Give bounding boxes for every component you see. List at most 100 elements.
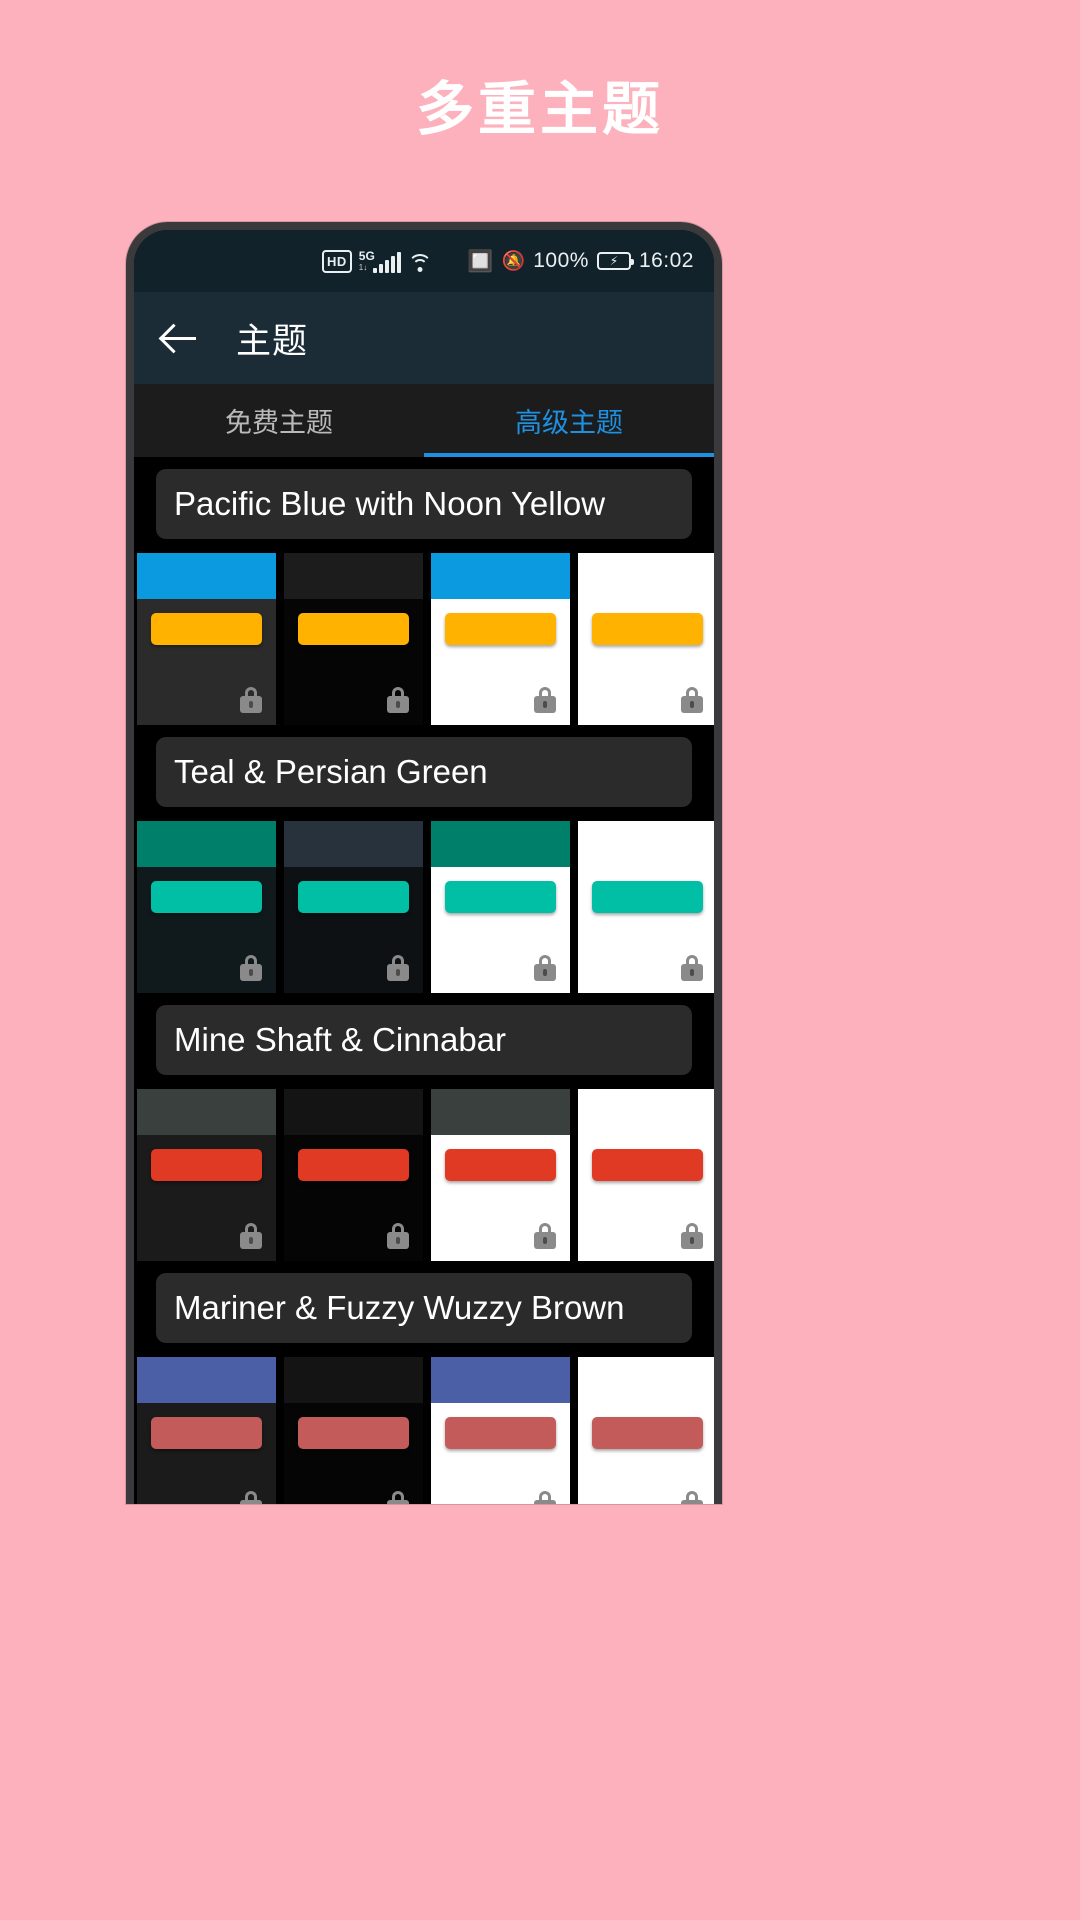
- lock-icon: [240, 955, 262, 981]
- theme-name-label: Mine Shaft & Cinnabar: [174, 1021, 507, 1058]
- variant-accent-button: [151, 1417, 262, 1449]
- theme-variant-preview[interactable]: [284, 1357, 423, 1504]
- variant-header: [578, 821, 714, 867]
- variant-accent-button: [592, 1149, 703, 1181]
- theme-variant-preview[interactable]: [137, 1089, 276, 1261]
- signal-bars-icon: [372, 251, 401, 273]
- tab-free-themes[interactable]: 免费主题: [134, 384, 424, 457]
- theme-variant-preview[interactable]: [137, 1357, 276, 1504]
- network-activity-label: 1↓: [358, 262, 368, 272]
- lock-icon: [534, 955, 556, 981]
- status-bar: HD 5G 1↓ 🔲 🔕 100% ⚡ 16:02: [134, 230, 714, 292]
- variant-accent-button: [445, 1149, 556, 1181]
- variant-header: [284, 1357, 423, 1403]
- theme-variant-preview[interactable]: [578, 821, 714, 993]
- theme-name-label: Mariner & Fuzzy Wuzzy Brown: [174, 1289, 625, 1326]
- theme-name-label: Teal & Persian Green: [174, 753, 488, 790]
- theme-variant-row: [134, 553, 714, 725]
- app-bar: 主题: [134, 292, 714, 384]
- page-title: 多重主题: [415, 75, 664, 143]
- variant-accent-button: [445, 1417, 556, 1449]
- lock-icon: [681, 687, 703, 713]
- theme-name-bar[interactable]: Teal & Persian Green: [156, 737, 692, 807]
- cellular-signal-icon: 5G 1↓: [358, 248, 401, 273]
- variant-accent-button: [298, 1417, 409, 1449]
- theme-variant-preview[interactable]: [284, 1089, 423, 1261]
- variant-accent-button: [445, 881, 556, 913]
- variant-accent-button: [151, 1149, 262, 1181]
- arrow-left-icon[interactable]: [160, 318, 200, 358]
- hd-icon: HD: [322, 249, 352, 273]
- wifi-icon: [407, 253, 432, 273]
- variant-header: [284, 553, 423, 599]
- theme-variant-preview[interactable]: [431, 553, 570, 725]
- variant-accent-button: [592, 1417, 703, 1449]
- lock-icon: [681, 1223, 703, 1249]
- theme-group: Mine Shaft & Cinnabar: [134, 1005, 714, 1261]
- lock-icon: [387, 955, 409, 981]
- theme-group: Mariner & Fuzzy Wuzzy Brown: [134, 1273, 714, 1504]
- variant-header: [431, 553, 570, 599]
- variant-accent-button: [445, 613, 556, 645]
- theme-variant-preview[interactable]: [578, 1089, 714, 1261]
- variant-header: [137, 1089, 276, 1135]
- variant-accent-button: [151, 613, 262, 645]
- variant-accent-button: [592, 881, 703, 913]
- lock-icon: [387, 1223, 409, 1249]
- tab-free-themes-label: 免费主题: [225, 408, 333, 439]
- theme-variant-preview[interactable]: [431, 1089, 570, 1261]
- lock-icon: [240, 1223, 262, 1249]
- variant-header: [284, 821, 423, 867]
- variant-header: [578, 1089, 714, 1135]
- app-bar-title: 主题: [236, 321, 309, 362]
- tab-premium-themes-label: 高级主题: [515, 408, 623, 439]
- lock-icon: [534, 1223, 556, 1249]
- theme-variant-preview[interactable]: [578, 1357, 714, 1504]
- theme-name-bar[interactable]: Mariner & Fuzzy Wuzzy Brown: [156, 1273, 692, 1343]
- lock-icon: [387, 1491, 409, 1504]
- battery-charging-icon: ⚡: [596, 252, 634, 270]
- phone-mockup: HD 5G 1↓ 🔲 🔕 100% ⚡ 16:02 主题 免费主题 高级主题 P…: [126, 222, 722, 1504]
- theme-variant-row: [134, 821, 714, 993]
- variant-header: [578, 1357, 714, 1403]
- battery-percent-label: 100%: [533, 249, 589, 272]
- status-bar-left: HD 5G 1↓: [322, 248, 432, 273]
- theme-variant-row: [134, 1089, 714, 1261]
- variant-header: [284, 1089, 423, 1135]
- theme-list[interactable]: Pacific Blue with Noon Yellow Teal & Pers…: [134, 457, 714, 1504]
- theme-variant-preview[interactable]: [284, 821, 423, 993]
- theme-name-label: Pacific Blue with Noon Yellow: [174, 485, 606, 522]
- theme-variant-preview[interactable]: [137, 553, 276, 725]
- status-bar-right: 🔲 🔕 100% ⚡ 16:02: [467, 249, 694, 273]
- variant-accent-button: [298, 881, 409, 913]
- bluetooth-icon: 🔲: [467, 249, 494, 273]
- theme-variant-preview[interactable]: [578, 553, 714, 725]
- variant-header: [137, 821, 276, 867]
- theme-variant-preview[interactable]: [137, 821, 276, 993]
- theme-variant-row: [134, 1357, 714, 1504]
- theme-name-bar[interactable]: Pacific Blue with Noon Yellow: [156, 469, 692, 539]
- variant-header: [578, 553, 714, 599]
- variant-accent-button: [151, 881, 262, 913]
- theme-variant-preview[interactable]: [431, 821, 570, 993]
- theme-name-bar[interactable]: Mine Shaft & Cinnabar: [156, 1005, 692, 1075]
- theme-variant-preview[interactable]: [431, 1357, 570, 1504]
- lock-icon: [534, 1491, 556, 1504]
- network-type-label: 5G: [358, 248, 375, 263]
- variant-accent-button: [298, 613, 409, 645]
- tab-bar: 免费主题 高级主题: [134, 384, 714, 457]
- theme-group: Pacific Blue with Noon Yellow: [134, 469, 714, 725]
- lock-icon: [681, 955, 703, 981]
- lock-icon: [240, 687, 262, 713]
- theme-variant-preview[interactable]: [284, 553, 423, 725]
- bell-muted-icon: 🔕: [501, 250, 526, 272]
- variant-header: [431, 821, 570, 867]
- tab-premium-themes[interactable]: 高级主题: [424, 384, 714, 457]
- variant-accent-button: [592, 613, 703, 645]
- variant-header: [137, 553, 276, 599]
- variant-header: [431, 1357, 570, 1403]
- variant-header: [431, 1089, 570, 1135]
- variant-accent-button: [298, 1149, 409, 1181]
- variant-header: [137, 1357, 276, 1403]
- lock-icon: [534, 687, 556, 713]
